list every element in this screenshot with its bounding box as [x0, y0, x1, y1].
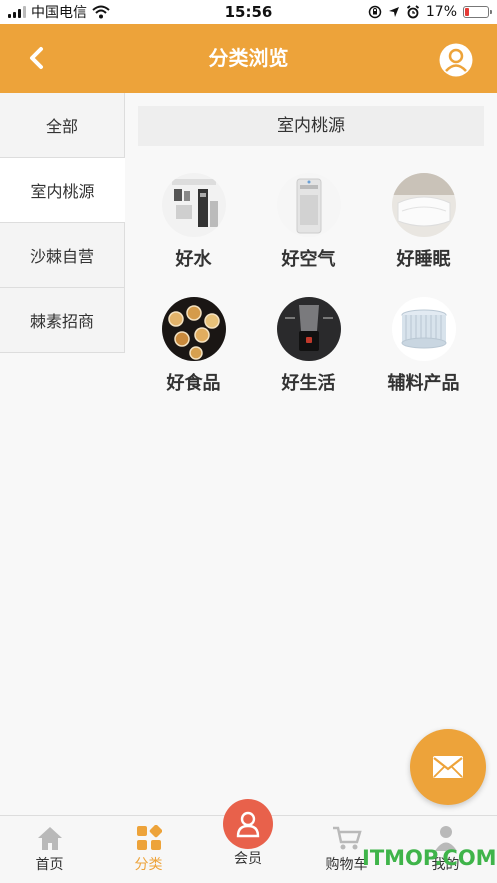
battery-percent: 17%	[425, 4, 457, 20]
tab-category[interactable]: 分类	[99, 816, 198, 883]
category-label: 好睡眠	[396, 249, 451, 270]
status-right: 17%	[368, 0, 492, 24]
message-button[interactable]	[410, 729, 486, 805]
category-label: 好水	[175, 249, 212, 270]
watermark: ITMOP.COM	[362, 846, 497, 870]
profile-button[interactable]	[439, 43, 473, 77]
tab-member-label: 会员	[234, 851, 262, 867]
sidebar-item-label: 沙棘自营	[29, 247, 94, 266]
category-sidebar: 全部 室内桃源 沙棘自营 棘素招商	[0, 93, 125, 353]
category-item-water[interactable]: 好水	[136, 170, 251, 280]
sidebar-item-label: 室内桃源	[30, 182, 95, 201]
sidebar-item-self-operated[interactable]: 沙棘自营	[0, 223, 125, 288]
user-avatar-icon	[439, 43, 473, 77]
category-item-life[interactable]: 好生活	[251, 294, 366, 404]
sidebar-item-all[interactable]: 全部	[0, 93, 125, 158]
alarm-icon	[406, 5, 419, 19]
pillow-thumb	[391, 173, 456, 237]
category-item-food[interactable]: 好食品	[136, 294, 251, 404]
section-title: 室内桃源	[138, 106, 484, 146]
cart-icon	[332, 826, 362, 850]
tab-label: 首页	[35, 857, 64, 873]
tab-home[interactable]: 首页	[0, 816, 99, 883]
air-purifier-thumb	[276, 173, 341, 237]
orientation-lock-icon	[368, 5, 382, 19]
food-bowls-thumb	[161, 297, 226, 361]
category-label: 辅料产品	[387, 373, 460, 394]
category-label: 好食品	[166, 373, 221, 394]
header: 分类浏览	[0, 24, 497, 93]
filter-thumb	[391, 297, 456, 361]
member-icon	[236, 811, 260, 838]
sidebar-item-label: 棘素招商	[29, 312, 94, 331]
category-icon	[136, 825, 162, 850]
category-item-air[interactable]: 好空气	[251, 170, 366, 280]
category-item-sleep[interactable]: 好睡眠	[366, 170, 481, 280]
water-purifier-thumb	[161, 173, 226, 237]
category-label: 好生活	[281, 373, 336, 394]
blender-thumb	[276, 297, 341, 361]
category-label: 好空气	[281, 249, 336, 270]
category-grid: 好水 好空气 好睡眠 好食品 好生活 辅料产品	[136, 170, 482, 404]
sidebar-item-indoor[interactable]: 室内桃源	[0, 158, 125, 223]
tab-label: 分类	[134, 857, 163, 873]
sidebar-item-label: 全部	[45, 117, 78, 136]
category-item-accessories[interactable]: 辅料产品	[366, 294, 481, 404]
mail-icon	[433, 756, 463, 778]
home-icon	[37, 827, 62, 850]
page-title: 分类浏览	[208, 46, 289, 70]
location-icon	[388, 7, 399, 17]
sidebar-item-merchants[interactable]: 棘素招商	[0, 288, 125, 353]
status-bar: 中国电信 15:56 17%	[0, 0, 497, 24]
battery-icon	[463, 6, 492, 18]
tab-member[interactable]	[223, 799, 273, 849]
